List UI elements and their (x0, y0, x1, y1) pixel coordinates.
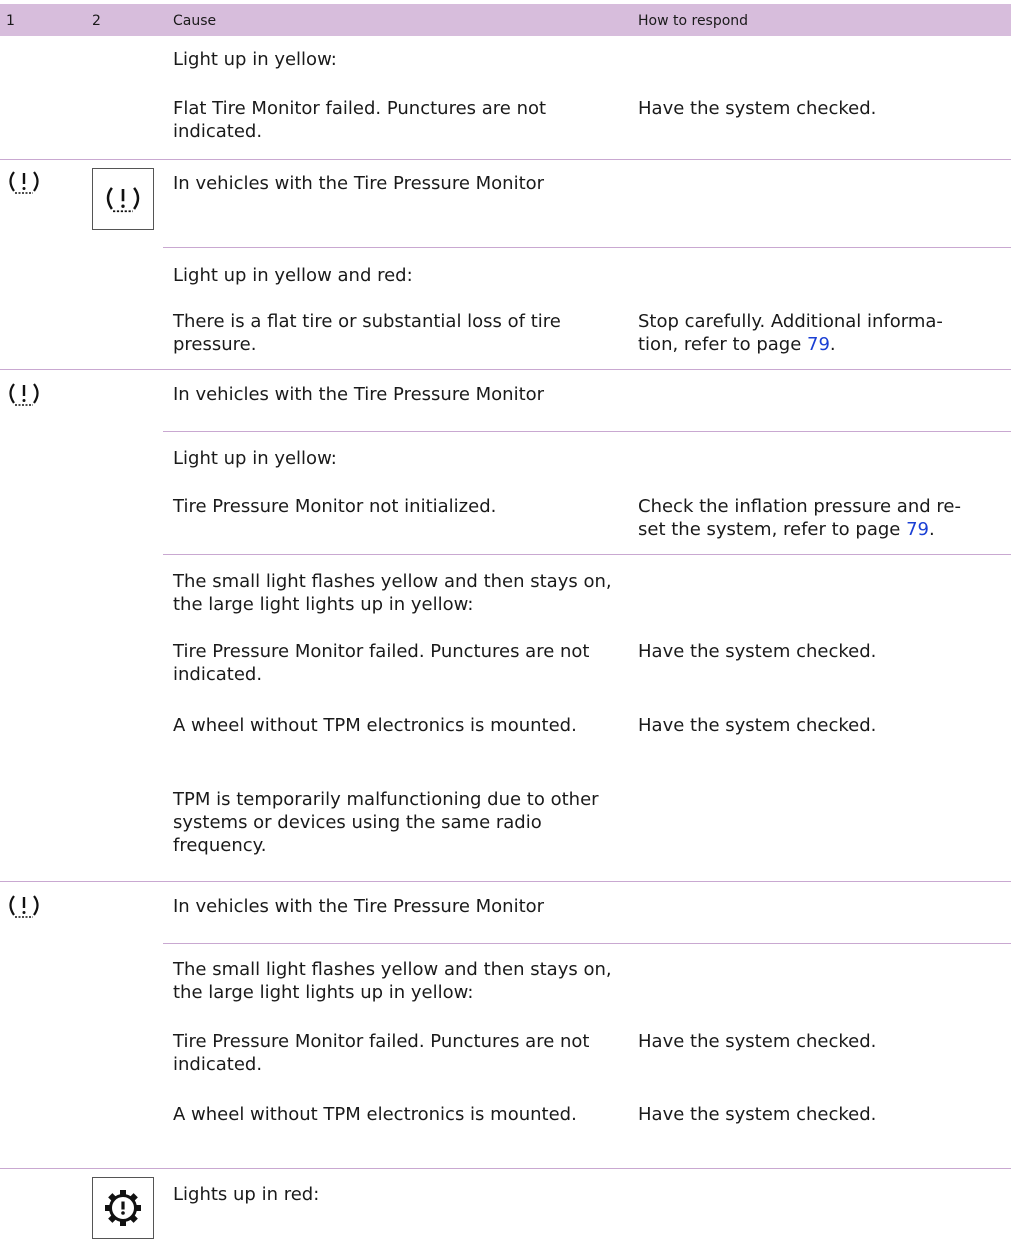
cause-text: In vehicles with the Tire Pressure Monit… (173, 384, 545, 405)
row-divider (163, 943, 1011, 944)
cause-text: Tire Pressure Monitor failed. Punctures … (173, 1031, 590, 1075)
tire-pressure-warning-icon (9, 895, 39, 918)
transmission-warning-icon (92, 1177, 154, 1239)
response-text: Have the system checked. (638, 1104, 877, 1125)
cause-text: Light up in yellow and red: (173, 265, 413, 286)
response-text: Check the inflation pressure and re- set… (638, 496, 961, 540)
cause-text: In vehicles with the Tire Pressure Monit… (173, 896, 545, 917)
cause-text: A wheel without TPM electronics is mount… (173, 1104, 577, 1125)
response-text: Have the system checked. (638, 641, 877, 662)
cause-text: The small light flashes yellow and then … (173, 959, 612, 1003)
row-divider (163, 247, 1011, 248)
cause-text: Light up in yellow: (173, 448, 337, 469)
header-col-1: 1 (6, 13, 15, 29)
row-divider (163, 554, 1011, 555)
row-divider (0, 369, 1011, 370)
tire-pressure-warning-icon (92, 168, 154, 230)
cause-text: TPM is temporarily malfunctioning due to… (173, 789, 599, 856)
header-col-2: 2 (92, 13, 101, 29)
header-col-respond: How to respond (638, 13, 749, 29)
response-text: Stop carefully. Additional informa- tion… (638, 311, 943, 355)
response-text: Have the system checked. (638, 1031, 877, 1052)
row-divider (163, 431, 1011, 432)
cause-text: Tire Pressure Monitor not initialized. (173, 496, 497, 517)
cause-text: A wheel without TPM electronics is mount… (173, 715, 577, 736)
page-link[interactable]: 79 (906, 519, 929, 540)
cause-text: Lights up in red: (173, 1184, 320, 1205)
cause-text: Tire Pressure Monitor failed. Punctures … (173, 641, 590, 685)
cause-text: Light up in yellow: (173, 49, 337, 70)
cause-text: In vehicles with the Tire Pressure Monit… (173, 173, 545, 194)
row-divider (0, 1168, 1011, 1169)
tire-pressure-warning-icon (9, 171, 39, 194)
response-text: Have the system checked. (638, 715, 877, 736)
row-divider (0, 159, 1011, 160)
cause-text: Flat Tire Monitor failed. Punctures are … (173, 98, 547, 142)
tire-pressure-warning-icon (9, 383, 39, 406)
cause-text: The small light flashes yellow and then … (173, 571, 612, 615)
row-divider (0, 881, 1011, 882)
cause-text: There is a flat tire or substantial loss… (173, 311, 561, 355)
response-text: Have the system checked. (638, 98, 877, 119)
table-header: 1 2 Cause How to respond (0, 4, 1011, 36)
page-link[interactable]: 79 (807, 334, 830, 355)
header-col-cause: Cause (173, 13, 217, 29)
